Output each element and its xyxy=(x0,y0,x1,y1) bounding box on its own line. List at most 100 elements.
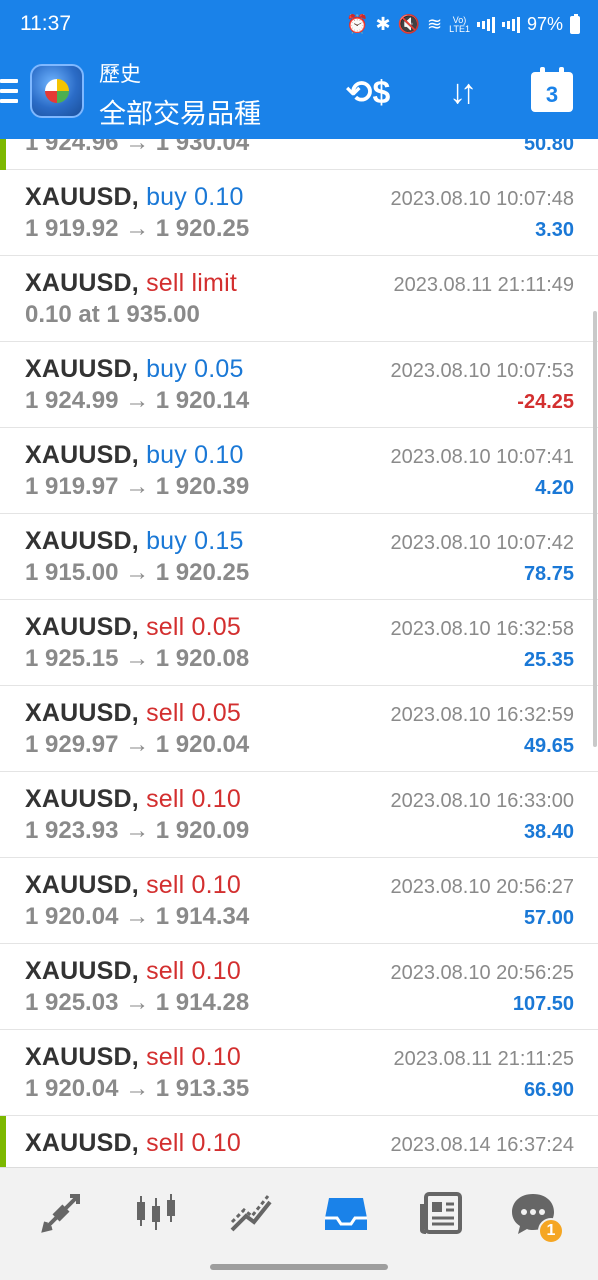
trade-profit: 49.65 xyxy=(523,735,574,757)
trade-marker xyxy=(0,1116,6,1167)
volte-label: Vo) LTE1 xyxy=(449,15,470,34)
trade-prices: 1 929.97 → 1 920.04 xyxy=(25,731,250,758)
network-text: LTE1 xyxy=(449,23,470,34)
trade-prices: 1 923.93 → 1 920.09 xyxy=(25,817,250,844)
calendar-icon: 3 xyxy=(531,67,573,112)
wifi-icon: ≋ xyxy=(427,14,443,34)
signal-icon-2 xyxy=(501,16,520,33)
nav-chat[interactable]: 1 xyxy=(508,1188,564,1244)
trade-operation: sell 0.10 xyxy=(146,1043,241,1071)
page-title[interactable]: 全部交易品種 xyxy=(99,92,261,131)
trade-profit: 38.40 xyxy=(523,821,574,843)
trade-operation: sell 0.10 xyxy=(146,785,241,813)
trade-prices: 1 919.92 → 1 920.25 xyxy=(25,215,250,242)
status-time: 11:37 xyxy=(20,12,71,35)
scrollbar[interactable] xyxy=(593,311,597,747)
trade-symbol: XAUUSD, xyxy=(25,1129,139,1157)
app-bar: 歷史 全部交易品種 ⟲$ ↓↑ 3 xyxy=(0,52,598,139)
trade-symbol: XAUUSD, xyxy=(25,355,139,383)
page-subtitle: 歷史 xyxy=(99,63,141,86)
trade-time: 2023.08.14 16:37:24 xyxy=(390,1134,574,1156)
trade-row[interactable]: XAUUSD, buy 0.05 1 924.99 → 1 920.14 2023.… xyxy=(0,342,598,428)
trade-operation: sell 0.05 xyxy=(146,613,241,641)
trade-row[interactable]: 1 924.96 → 1 930.04 50.80 xyxy=(0,139,598,170)
trade-row[interactable]: XAUUSD, buy 0.10 1 919.97 → 1 920.39 2023.… xyxy=(0,428,598,514)
trade-prices: 0.10 at 1 935.00 xyxy=(25,301,200,328)
dollar-cycle-icon: ⟲$ xyxy=(345,74,391,110)
calendar-day: 3 xyxy=(545,82,559,107)
trade-symbol: XAUUSD, xyxy=(25,269,139,297)
trade-row[interactable]: XAUUSD, sell 0.05 1 929.97 → 1 920.04 2023… xyxy=(0,686,598,772)
trade-operation: buy 0.10 xyxy=(146,441,244,469)
trade-title: XAUUSD, sell 0.10 xyxy=(25,785,241,814)
trade-time: 2023.08.11 21:11:49 xyxy=(393,274,574,296)
sort-arrows-icon: ↓↑ xyxy=(449,72,477,111)
trade-row[interactable]: XAUUSD, sell 0.10 1 920.04 → 1 914.34 2023… xyxy=(0,858,598,944)
history-list[interactable]: XAUUSD, sell 0.10 2023.08.14 16:37:24 XAUU… xyxy=(0,139,598,1167)
sort-button[interactable]: ↓↑ xyxy=(435,70,485,114)
trade-time: 2023.08.10 10:07:42 xyxy=(390,532,574,554)
trade-operation: buy 0.15 xyxy=(146,527,244,555)
status-icons: ⏰ ✱ 🔇 ≋ Vo) LTE1 97% xyxy=(346,13,580,35)
trade-symbol: XAUUSD, xyxy=(25,957,139,985)
trade-row[interactable]: XAUUSD, sell 0.10 1 923.93 → 1 920.09 2023… xyxy=(0,772,598,858)
quotes-chart-icon xyxy=(137,1194,175,1230)
history-icon xyxy=(325,1198,367,1230)
trade-title: XAUUSD, buy 0.10 xyxy=(25,183,244,212)
trade-profit: 25.35 xyxy=(523,649,574,671)
trade-title: XAUUSD, sell 0.10 xyxy=(25,1043,241,1072)
trade-title: XAUUSD, buy 0.10 xyxy=(25,441,244,470)
trade-row[interactable]: XAUUSD, buy 0.10 1 919.92 → 1 920.25 2023.… xyxy=(0,170,598,256)
trade-symbol: XAUUSD, xyxy=(25,441,139,469)
nav-trade[interactable] xyxy=(36,1188,86,1238)
trade-symbol: XAUUSD, xyxy=(25,1043,139,1071)
nav-history[interactable] xyxy=(321,1188,371,1238)
trade-time: 2023.08.11 21:11:25 xyxy=(393,1048,574,1070)
battery-icon xyxy=(570,13,580,34)
screen: 11:37 ⏰ ✱ 🔇 ≋ Vo) LTE1 97% 歷史 全部交易品種 ⟲$ … xyxy=(0,0,598,1280)
trade-title: XAUUSD, sell 0.05 xyxy=(25,699,241,728)
trade-time: 2023.08.10 10:07:53 xyxy=(390,360,574,382)
bottom-nav: 1 xyxy=(0,1167,598,1280)
trade-time: 2023.08.10 16:32:59 xyxy=(390,704,574,726)
trade-title: XAUUSD, buy 0.05 xyxy=(25,355,244,384)
trade-profit: -24.25 xyxy=(517,391,574,413)
trade-row[interactable]: XAUUSD, sell 0.10 2023.08.14 16:37:24 xyxy=(0,1116,598,1167)
trade-title: XAUUSD, sell 0.10 xyxy=(25,1129,241,1158)
trade-prices: 1 925.15 → 1 920.08 xyxy=(25,645,250,672)
trade-row[interactable]: XAUUSD, sell 0.10 1 925.03 → 1 914.28 2023… xyxy=(0,944,598,1030)
chat-badge: 1 xyxy=(538,1218,564,1244)
trade-operation: sell 0.10 xyxy=(146,1129,241,1157)
trade-title: XAUUSD, buy 0.15 xyxy=(25,527,244,556)
mute-icon: 🔇 xyxy=(397,14,421,34)
trade-title: XAUUSD, sell limit xyxy=(25,269,237,298)
deposit-dollar-button[interactable]: ⟲$ xyxy=(343,70,393,114)
news-icon xyxy=(420,1192,462,1234)
trade-row[interactable]: XAUUSD, sell 0.05 1 925.15 → 1 920.08 2023… xyxy=(0,600,598,686)
period-button[interactable]: 3 xyxy=(527,67,577,114)
trade-symbol: XAUUSD, xyxy=(25,699,139,727)
nav-quotes[interactable] xyxy=(131,1188,181,1238)
trade-prices: 1 915.00 → 1 920.25 xyxy=(25,559,250,586)
trade-operation: sell 0.10 xyxy=(146,871,241,899)
menu-icon[interactable] xyxy=(0,79,18,103)
trade-prices: 1 920.04 → 1 913.35 xyxy=(25,1075,250,1102)
trade-title: XAUUSD, sell 0.05 xyxy=(25,613,241,642)
trade-row[interactable]: XAUUSD, buy 0.15 1 915.00 → 1 920.25 2023.… xyxy=(0,514,598,600)
alarm-icon: ⏰ xyxy=(346,14,369,34)
trade-row[interactable]: XAUUSD, sell limit 0.10 at 1 935.00 2023.0… xyxy=(0,256,598,342)
trade-prices: 1 920.04 → 1 914.34 xyxy=(25,903,250,930)
nav-chart[interactable] xyxy=(226,1188,276,1238)
trade-profit: 78.75 xyxy=(523,563,574,585)
trade-prices: 1 924.96 → 1 930.04 xyxy=(25,139,250,156)
trade-time: 2023.08.10 10:07:41 xyxy=(390,446,574,468)
home-indicator[interactable] xyxy=(210,1264,388,1270)
battery-percent: 97% xyxy=(526,14,563,34)
trade-row[interactable]: XAUUSD, sell 0.10 1 920.04 → 1 913.35 2023… xyxy=(0,1030,598,1116)
trade-title: XAUUSD, sell 0.10 xyxy=(25,871,241,900)
nav-news[interactable] xyxy=(416,1188,466,1238)
bluetooth-icon: ✱ xyxy=(375,14,391,34)
trade-prices: 1 924.99 → 1 920.14 xyxy=(25,387,250,414)
trade-profit: 66.90 xyxy=(523,1079,574,1101)
trade-prices: 1 919.97 → 1 920.39 xyxy=(25,473,250,500)
